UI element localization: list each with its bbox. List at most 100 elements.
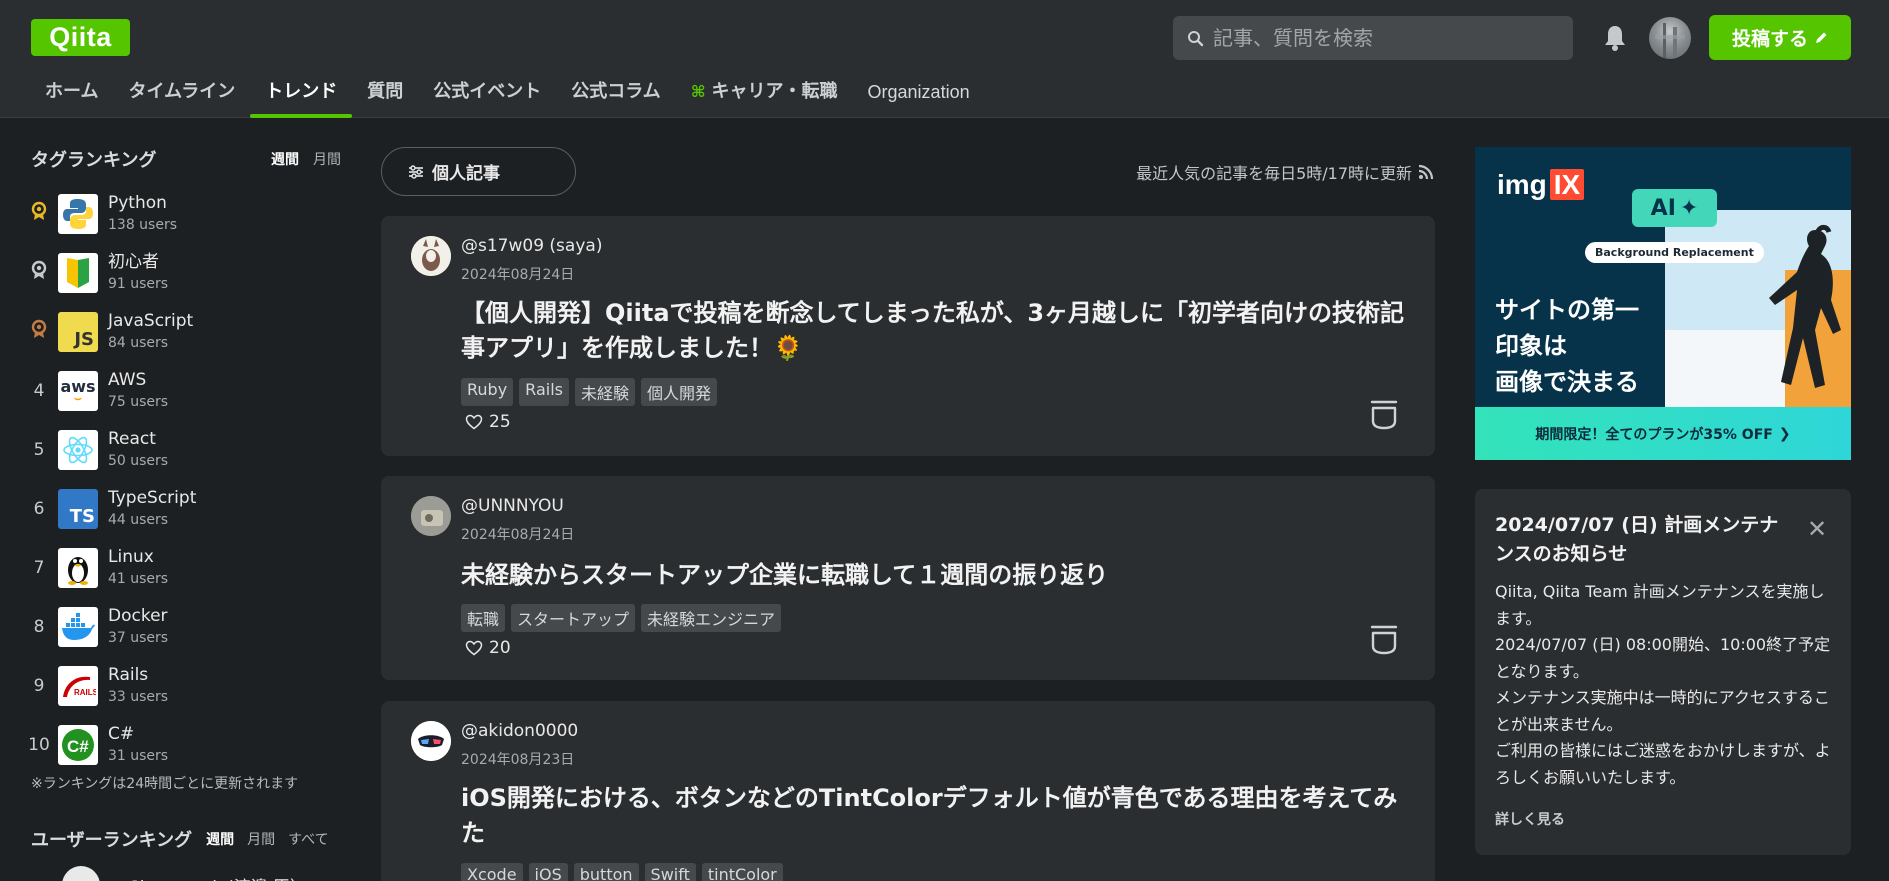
tag-ranking-item[interactable]: 初心者 91 users xyxy=(26,243,346,302)
author-avatar[interactable] xyxy=(411,496,451,536)
user-avatar xyxy=(62,866,100,881)
user-ranking-header: ユーザーランキング 週間 月間 すべて xyxy=(31,826,342,852)
rank-number: 10 xyxy=(28,734,50,755)
article-tag[interactable]: Rails xyxy=(519,378,569,406)
article-title[interactable]: iOS開発における、ボタンなどのTintColorデフォルト値が青色である理由を… xyxy=(461,781,1411,851)
tag-ranking-item[interactable]: 9 RAILS Rails 33 users xyxy=(26,656,346,715)
search-box[interactable] xyxy=(1173,16,1573,60)
author-name[interactable]: @s17w09 (saya) xyxy=(461,236,602,256)
notice-body: Qiita, Qiita Team 計画メンテナンスを実施します。 2024/0… xyxy=(1495,579,1835,791)
aws-icon: aws ⌣ xyxy=(58,370,98,411)
notice-more-link[interactable]: 詳しく見る xyxy=(1495,809,1565,829)
docker-icon xyxy=(58,606,98,647)
notification-bell-icon[interactable] xyxy=(1602,23,1628,53)
top-header: Qiita 投稿する ホーム タイムライン トレンド 質問 公式イベント 公式コ… xyxy=(0,0,1889,118)
article-tag[interactable]: Xcode xyxy=(461,863,523,881)
article-title[interactable]: 未経験からスタートアップ企業に転職して１週間の振り返り xyxy=(461,558,1411,593)
nav-trend[interactable]: トレンド xyxy=(250,72,353,118)
ad-cta-banner[interactable]: 期間限定！全てのプランが35% OFF ❯ xyxy=(1475,407,1851,460)
tag-ranking-item[interactable]: JS JavaScript 84 users xyxy=(26,302,346,361)
filter-sliders-icon xyxy=(409,164,423,179)
user-ranking-all-tab[interactable]: すべて xyxy=(288,829,328,849)
article-tag[interactable]: 未経験エンジニア xyxy=(641,604,782,632)
article-card[interactable]: @akidon0000 2024年08月23日 iOS開発における、ボタンなどの… xyxy=(381,701,1435,881)
user-ranking-monthly-tab[interactable]: 月間 xyxy=(247,829,275,849)
ad-runner-illustration xyxy=(1665,210,1851,415)
article-tag[interactable]: tintColor xyxy=(701,863,783,881)
nav-career[interactable]: ⌘ キャリア・転職 xyxy=(676,72,853,118)
stock-bookmark-icon[interactable] xyxy=(1369,624,1399,656)
article-filter-button[interactable]: 個人記事 xyxy=(381,147,576,196)
ad-cta-text: 期間限定！全てのプランが35% OFF xyxy=(1535,426,1773,443)
tag-ranking-monthly-tab[interactable]: 月間 xyxy=(313,149,341,169)
tag-ranking-item[interactable]: 4 aws ⌣ AWS 75 users xyxy=(26,361,346,420)
tag-users: 91 users xyxy=(108,275,169,292)
article-tag[interactable]: Ruby xyxy=(461,378,514,406)
tag-ranking-title: タグランキング xyxy=(31,150,157,171)
tag-ranking-item[interactable]: 8 Docker 37 users xyxy=(26,597,346,656)
heart-icon xyxy=(465,414,483,430)
close-icon[interactable]: ✕ xyxy=(1807,517,1827,541)
article-card[interactable]: @UNNNYOU 2024年08月24日 未経験からスタートアップ企業に転職して… xyxy=(381,476,1435,680)
tag-ranking-item[interactable]: 6 TS TypeScript 44 users xyxy=(26,479,346,538)
ai-badge: AI ✦ xyxy=(1632,189,1717,227)
article-tags: 転職 スタートアップ 未経験エンジニア xyxy=(461,604,782,632)
article-card[interactable]: @s17w09 (saya) 2024年08月24日 【個人開発】Qiitaで投… xyxy=(381,216,1435,456)
imgix-logo: img IX xyxy=(1497,169,1585,201)
imgix-advertisement[interactable]: img IX AI ✦ Background Replacement サイトの第一 … xyxy=(1475,147,1851,460)
rank-number: 8 xyxy=(33,616,45,637)
tag-users: 31 users xyxy=(108,747,169,764)
article-tag[interactable]: 個人開発 xyxy=(640,378,717,406)
article-title[interactable]: 【個人開発】Qiitaで投稿を断念してしまった私が、3ヶ月越しに「初学者向けの技… xyxy=(461,296,1411,366)
bronze-medal-icon xyxy=(26,319,52,344)
rank-number: 7 xyxy=(33,557,45,578)
article-likes: 25 xyxy=(465,412,511,432)
beginner-mark-icon xyxy=(58,252,98,293)
nav-official-event[interactable]: 公式イベント xyxy=(418,72,556,118)
ad-headline-line: 画像で決まる xyxy=(1495,368,1639,396)
career-icon: ⌘ xyxy=(690,82,706,101)
nav-timeline[interactable]: タイムライン xyxy=(113,72,250,118)
article-tags: Ruby Rails 未経験 個人開発 xyxy=(461,378,717,406)
user-avatar[interactable] xyxy=(1649,17,1691,59)
tag-name: Python xyxy=(108,192,167,213)
article-date: 2024年08月24日 xyxy=(461,527,575,543)
article-tag[interactable]: スタートアップ xyxy=(511,604,636,632)
qiita-logo[interactable]: Qiita xyxy=(31,19,130,56)
rss-icon[interactable] xyxy=(1418,164,1434,180)
imgix-logo-box: IX xyxy=(1549,169,1585,200)
article-tag[interactable]: button xyxy=(573,863,639,881)
article-tag[interactable]: Swift xyxy=(644,863,696,881)
author-avatar[interactable] xyxy=(411,236,451,276)
tag-ranking-item[interactable]: 7 Linux 41 users xyxy=(26,538,346,597)
ad-headline-line: サイトの第一 xyxy=(1495,296,1639,324)
nav-organization[interactable]: Organization xyxy=(853,72,985,118)
sparkle-icon: ✦ xyxy=(1679,195,1699,221)
author-avatar[interactable] xyxy=(411,721,451,761)
rank-number: 6 xyxy=(33,498,45,519)
tag-ranking-item[interactable]: Python 138 users xyxy=(26,184,346,243)
user-ranking-first-item[interactable]: @Sicut_study(渡邉 臣） xyxy=(62,866,307,881)
stock-bookmark-icon[interactable] xyxy=(1369,399,1399,431)
nav-official-column[interactable]: 公式コラム xyxy=(556,72,675,118)
tag-ranking-weekly-tab[interactable]: 週間 xyxy=(271,149,299,169)
likes-count: 25 xyxy=(489,412,511,432)
tag-ranking-item[interactable]: 5 React 50 users xyxy=(26,420,346,479)
author-name[interactable]: @akidon0000 xyxy=(461,721,578,741)
article-tag[interactable]: 転職 xyxy=(461,604,506,632)
ad-headline: サイトの第一 印象は 画像で決まる xyxy=(1495,292,1639,400)
python-icon xyxy=(58,193,98,234)
article-tag[interactable]: 未経験 xyxy=(574,378,635,406)
article-tag[interactable]: iOS xyxy=(528,863,568,881)
search-input[interactable] xyxy=(1213,16,1573,60)
nav-question[interactable]: 質問 xyxy=(352,72,418,118)
likes-count: 20 xyxy=(489,638,511,658)
nav-home[interactable]: ホーム xyxy=(30,72,113,118)
tag-ranking-item[interactable]: 10 C# C# 31 users xyxy=(26,715,346,774)
author-name[interactable]: @UNNNYOU xyxy=(461,496,564,516)
notice-paragraph: Qiita, Qiita Team 計画メンテナンスを実施します。 xyxy=(1495,582,1825,628)
update-note-text: 最近人気の記事を毎日5時/17時に更新 xyxy=(1136,164,1412,183)
post-button[interactable]: 投稿する xyxy=(1709,15,1851,60)
user-ranking-weekly-tab[interactable]: 週間 xyxy=(206,829,234,849)
tag-name: 初心者 xyxy=(108,251,159,272)
